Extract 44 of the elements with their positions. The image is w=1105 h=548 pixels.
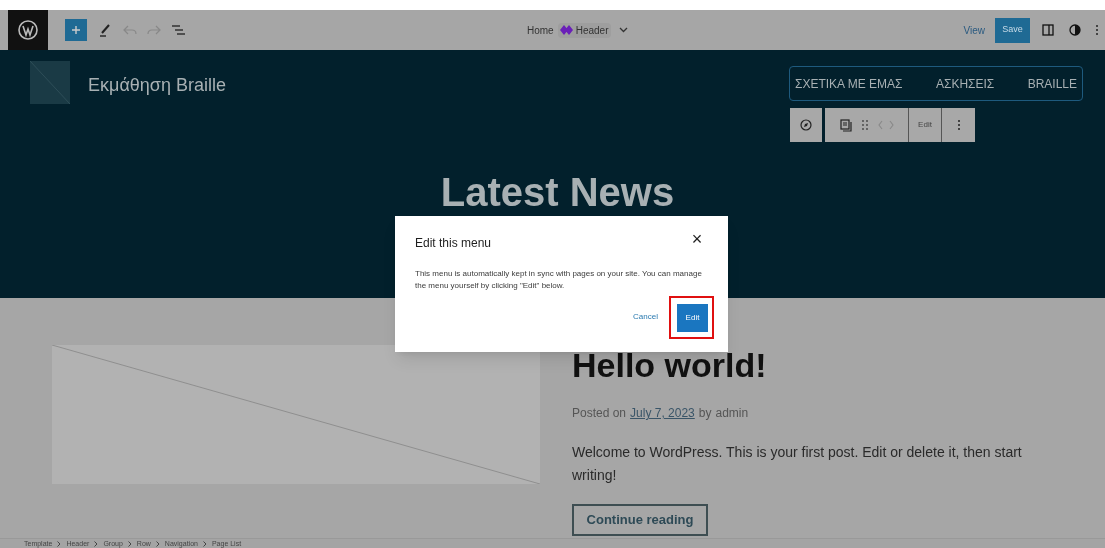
chevron-down-icon[interactable] [618, 27, 628, 33]
close-button[interactable]: × [687, 229, 707, 249]
continue-reading-button[interactable]: Continue reading [572, 504, 708, 536]
dialog-message: This menu is automatically kept in sync with pages on your site. You can manage the menu yourself by clicking "Edit" below. [415, 268, 703, 292]
site-title: Εκμάθηση Braille [88, 74, 226, 97]
drag-handle-icon[interactable] [861, 120, 868, 130]
contrast-icon[interactable] [1069, 24, 1081, 36]
posted-on-label: Posted on [572, 405, 627, 422]
highlight-frame [669, 296, 714, 339]
wordpress-logo-button[interactable] [8, 10, 48, 50]
edit-button[interactable]: Edit [677, 304, 708, 332]
more-options-icon[interactable] [956, 119, 961, 131]
block-type-button[interactable] [790, 108, 822, 142]
author-name: admin [715, 405, 749, 422]
nav-link[interactable]: ΣΧΕΤΙΚΑ ΜΕ ΕΜΑΣ [795, 74, 903, 93]
chevron-right-icon [202, 540, 207, 547]
compass-icon [800, 119, 812, 131]
plus-icon [71, 25, 81, 35]
save-button[interactable]: Save [995, 17, 1030, 43]
pencil-icon[interactable] [99, 23, 111, 37]
sidebar-icon[interactable] [1042, 24, 1054, 36]
chevron-right-icon [94, 540, 99, 547]
site-logo-placeholder [30, 61, 70, 104]
by-label: by [698, 405, 712, 422]
chevron-right-icon [127, 540, 132, 547]
cancel-button[interactable]: Cancel [633, 311, 658, 323]
date-link[interactable]: July 7, 2023 [630, 404, 695, 422]
more-options-icon[interactable] [1095, 24, 1099, 36]
page-list-icon[interactable] [839, 118, 852, 132]
chevron-right-icon [57, 540, 62, 547]
post-title: Hello world! [572, 345, 767, 386]
view-link[interactable]: View [963, 22, 985, 38]
wordpress-icon [18, 20, 38, 40]
list-view-icon[interactable] [171, 24, 185, 36]
diamond-icon [559, 25, 574, 35]
dialog-title: Edit this menu [415, 235, 492, 252]
page-title: Home [527, 23, 554, 38]
post-excerpt: Welcome to WordPress. This is your first post. Edit or delete it, then start writing! [572, 443, 1023, 485]
chevron-right-icon [155, 540, 160, 547]
page-heading: Latest News [440, 169, 675, 216]
add-block-button[interactable] [65, 19, 87, 41]
nav-link[interactable]: BRAILLE [1027, 74, 1077, 93]
nav-link[interactable]: ΑΣΚΗΣΕΙΣ [935, 74, 995, 93]
template-selector[interactable]: Header [557, 22, 611, 38]
